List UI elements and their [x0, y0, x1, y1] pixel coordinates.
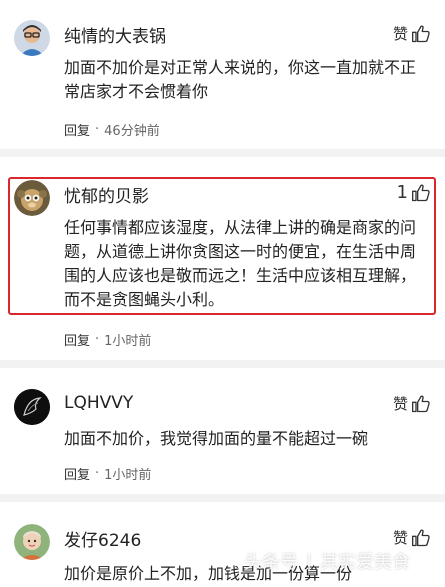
like-label: 赞: [392, 395, 408, 413]
thumbs-up-icon: [412, 529, 430, 546]
separator-dot: ·: [95, 466, 100, 481]
thumbs-up-icon: [412, 184, 430, 201]
comment-text: 加面不加价，我觉得加面的量不能超过一碗: [64, 429, 369, 448]
comment-text: 任何事情都应该湿度，从法律上讲的确是商家的问题，从道德上讲你贪图这一时的便宜，在…: [64, 218, 417, 309]
avatar[interactable]: [14, 524, 50, 560]
thumbs-up-icon: [412, 25, 430, 42]
watermark: 头条号 | 其实爱美食: [244, 548, 410, 574]
like-button[interactable]: 赞: [393, 23, 431, 44]
commenter-name[interactable]: LQHVVY: [64, 393, 133, 413]
timestamp: 46分钟前: [104, 124, 160, 139]
divider: [0, 494, 445, 502]
divider: [0, 149, 445, 157]
thumbs-up-icon: [412, 395, 430, 412]
avatar[interactable]: [14, 20, 50, 56]
timestamp: 1小时前: [104, 468, 152, 483]
like-label: 赞: [392, 529, 408, 547]
watermark-author: 其实爱美食: [320, 552, 411, 573]
like-button[interactable]: 赞: [393, 393, 431, 414]
reply-button[interactable]: 回复: [64, 464, 90, 483]
like-button[interactable]: 1: [397, 182, 431, 203]
like-count: 1: [396, 182, 408, 203]
divider: [0, 360, 445, 368]
comment-meta: 回复 · 1小时前: [64, 330, 151, 349]
comment-meta: 回复 · 1小时前: [64, 464, 151, 483]
watermark-prefix: 头条号: [244, 552, 298, 573]
like-label: 赞: [392, 25, 408, 43]
timestamp: 1小时前: [104, 334, 152, 349]
watermark-separator: |: [306, 550, 313, 572]
avatar[interactable]: [14, 180, 50, 216]
commenter-name[interactable]: 纯情的大表锅: [64, 22, 166, 47]
comment-meta: 回复 · 46分钟前: [64, 120, 160, 139]
separator-dot: ·: [95, 332, 100, 347]
reply-button[interactable]: 回复: [64, 330, 90, 349]
commenter-name[interactable]: 发仔6246: [64, 526, 141, 551]
like-button[interactable]: 赞: [393, 527, 431, 548]
avatar[interactable]: [14, 389, 50, 425]
comment-text: 加面不加价是对正常人来说的，你这一直加就不正常店家才不会惯着你: [64, 58, 417, 101]
separator-dot: ·: [95, 122, 100, 137]
reply-button[interactable]: 回复: [64, 120, 90, 139]
commenter-name[interactable]: 忧郁的贝影: [64, 182, 149, 207]
